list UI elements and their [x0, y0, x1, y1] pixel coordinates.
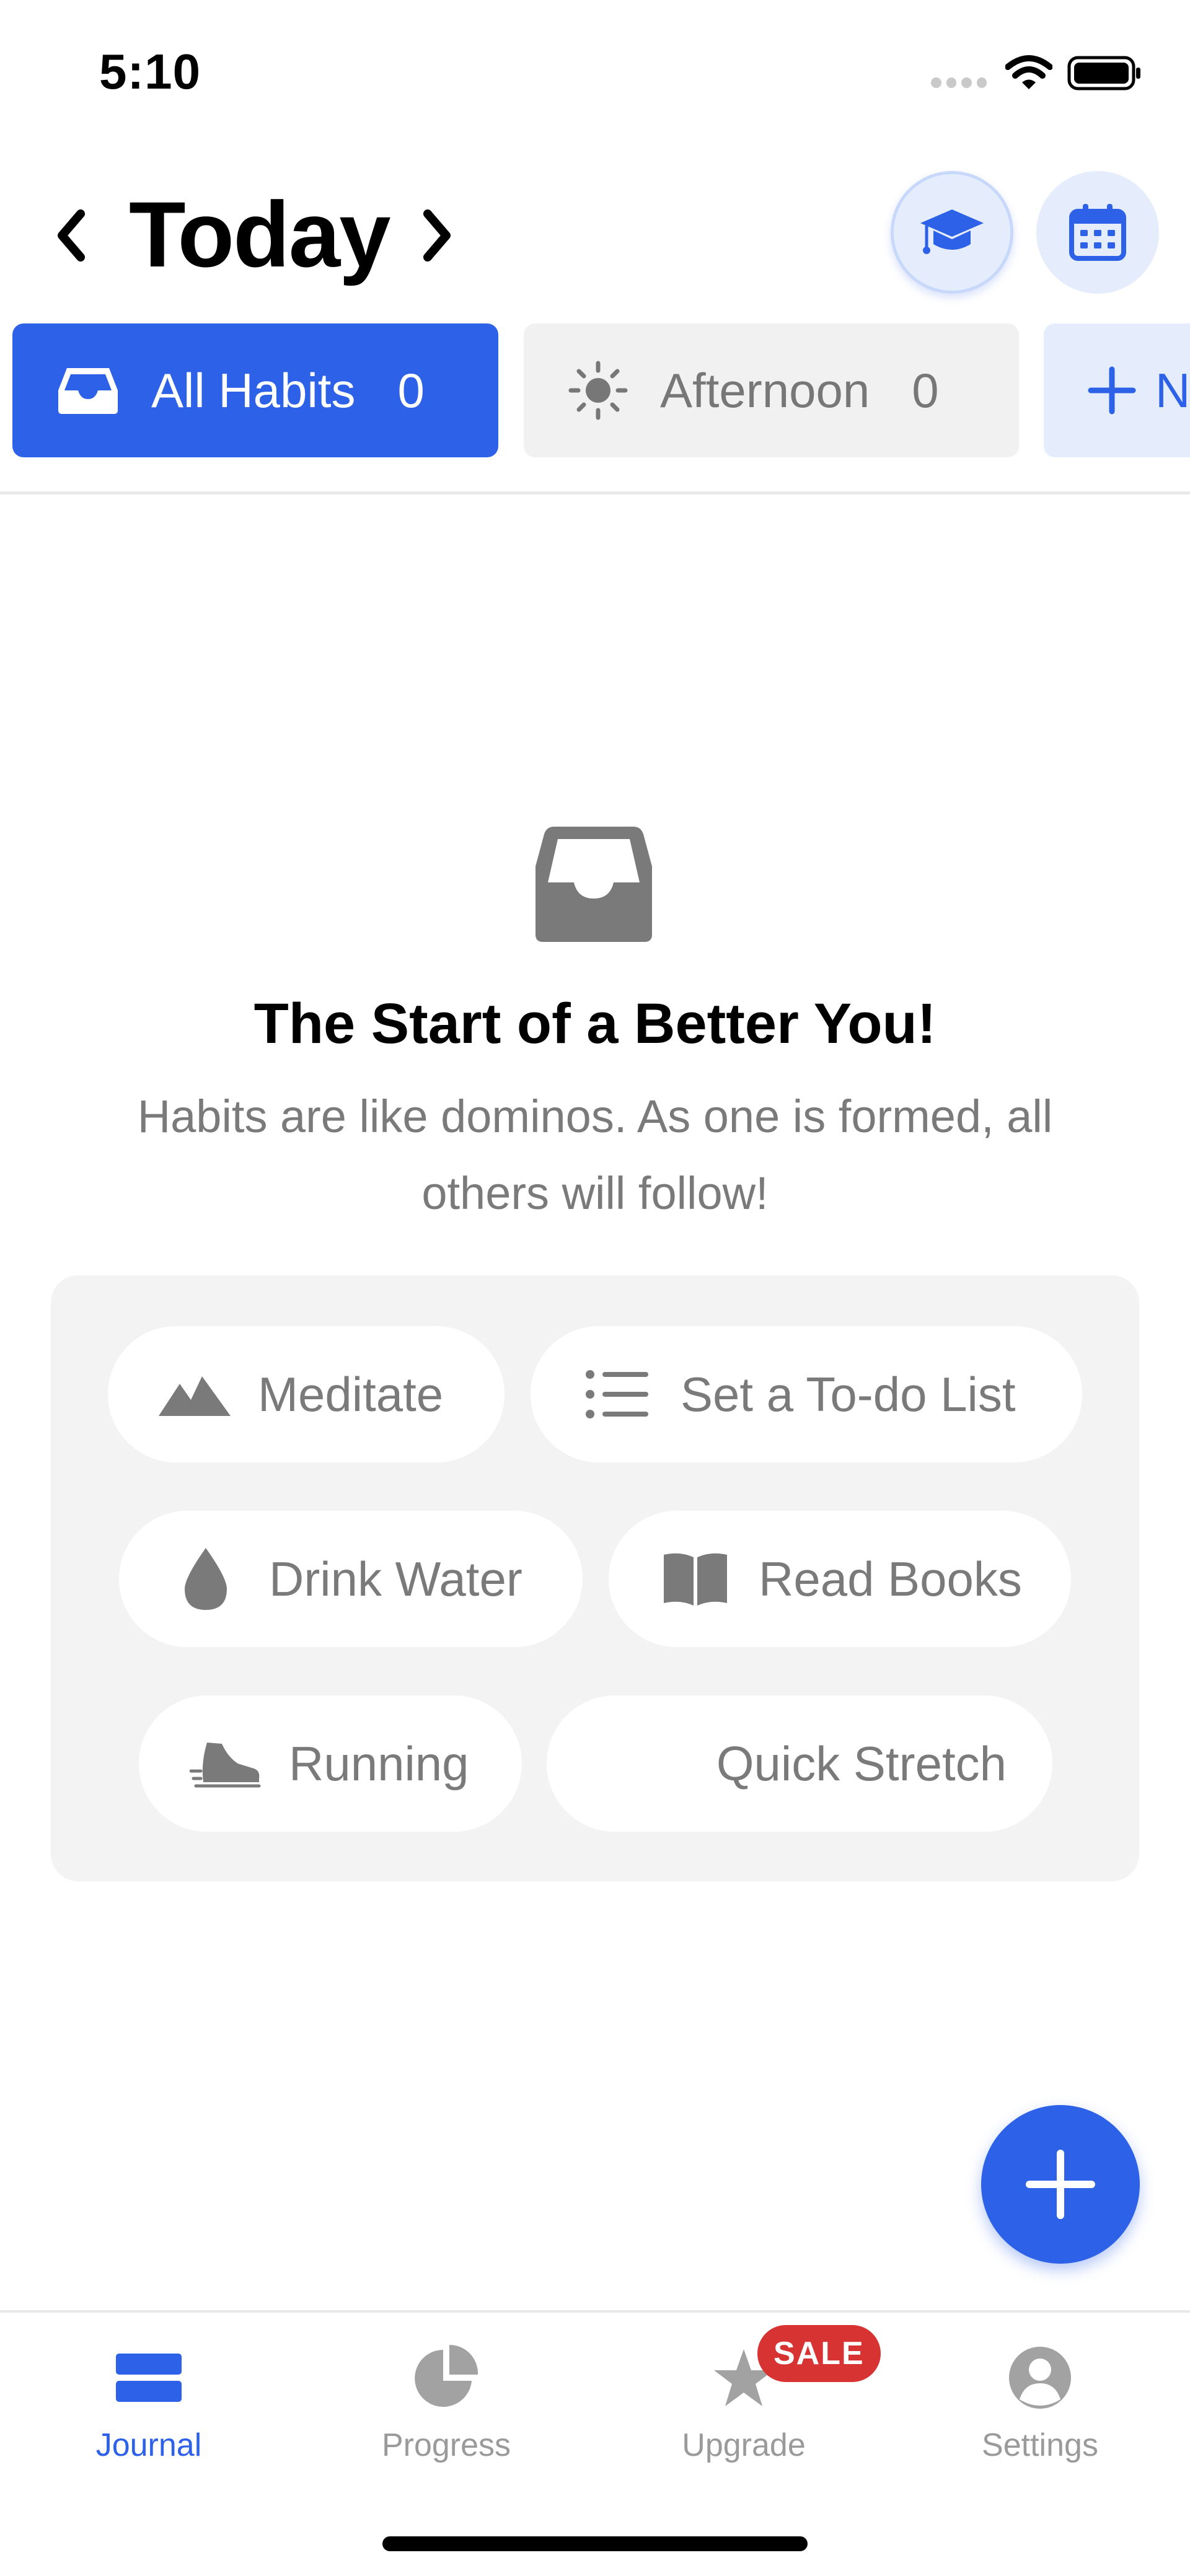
suggestion-quick-stretch[interactable]: Quick Stretch: [547, 1695, 1052, 1832]
suggested-habits-panel: Meditate Set a To-do List Drink Water Re…: [51, 1275, 1139, 1881]
status-bar: 5:10: [0, 0, 1190, 149]
tab-label: Upgrade: [682, 2427, 806, 2463]
plus-icon: [1087, 366, 1137, 415]
tab-new[interactable]: N: [1044, 323, 1190, 457]
page-title: Today: [129, 182, 391, 286]
add-habit-button[interactable]: [981, 2105, 1140, 2264]
tab-label: Settings: [982, 2427, 1098, 2463]
suggestion-label: Running: [289, 1736, 469, 1791]
pie-chart-icon: [412, 2337, 480, 2418]
suggestion-label: Set a To-do List: [681, 1366, 1016, 1422]
calendar-icon: [1069, 204, 1126, 261]
journal-icon: [116, 2337, 182, 2418]
inbox-tray-icon: [536, 827, 652, 942]
graduation-cap-icon: [920, 209, 984, 254]
suggestion-todo-list[interactable]: Set a To-do List: [531, 1326, 1082, 1462]
chevron-left-icon: [58, 209, 85, 262]
tab-count: 0: [397, 363, 425, 418]
chevron-right-icon: [423, 209, 451, 262]
tab-count: 0: [912, 363, 939, 418]
tab-label: Progress: [381, 2427, 511, 2463]
empty-state-title: The Start of a Better You!: [253, 992, 937, 1055]
next-day-button[interactable]: [409, 198, 465, 273]
calendar-button[interactable]: [1036, 171, 1159, 294]
tab-afternoon[interactable]: Afternoon 0: [524, 323, 1019, 457]
cellular-signal-icon: [931, 77, 987, 89]
sun-icon: [567, 359, 629, 421]
suggestion-drink-water[interactable]: Drink Water: [119, 1511, 583, 1647]
tab-label: All Habits: [151, 363, 356, 418]
tab-progress[interactable]: Progress: [316, 2337, 576, 2499]
inbox-tray-icon: [56, 366, 120, 415]
tab-label: N: [1155, 363, 1190, 418]
tab-settings[interactable]: Settings: [910, 2337, 1170, 2499]
suggestion-label: Quick Stretch: [716, 1736, 1007, 1791]
tab-label: Afternoon: [660, 363, 870, 418]
list-icon: [580, 1369, 654, 1419]
status-time: 5:10: [99, 44, 201, 99]
previous-day-button[interactable]: [43, 198, 99, 273]
tab-all-habits[interactable]: All Habits 0: [12, 323, 498, 457]
habit-filter-tabs: All Habits 0 Afternoon 0 N: [0, 323, 1190, 457]
empty-state-subtitle: Habits are like dominos. As one is forme…: [137, 1091, 1053, 1219]
sale-badge: SALE: [757, 2325, 881, 2382]
wifi-icon: [1005, 55, 1052, 89]
suggestion-running[interactable]: Running: [139, 1695, 522, 1832]
suggestion-label: Read Books: [759, 1551, 1022, 1606]
book-icon: [658, 1551, 733, 1607]
learn-button[interactable]: [891, 171, 1013, 294]
home-indicator: [382, 2536, 808, 2551]
divider: [0, 491, 1190, 495]
header: Today: [0, 161, 1190, 304]
tab-journal[interactable]: Journal: [19, 2337, 279, 2499]
suggestion-meditate[interactable]: Meditate: [108, 1326, 505, 1462]
mountain-icon: [157, 1373, 232, 1416]
suggestion-label: Drink Water: [269, 1551, 522, 1606]
battery-icon: [1067, 56, 1140, 90]
person-icon: [1006, 2337, 1074, 2418]
water-drop-icon: [169, 1547, 243, 1611]
plus-icon: [1026, 2150, 1095, 2219]
tab-label: Journal: [95, 2427, 202, 2463]
suggestion-label: Meditate: [258, 1366, 444, 1422]
suggestion-read-books[interactable]: Read Books: [609, 1511, 1071, 1647]
shoe-icon: [188, 1739, 263, 1788]
